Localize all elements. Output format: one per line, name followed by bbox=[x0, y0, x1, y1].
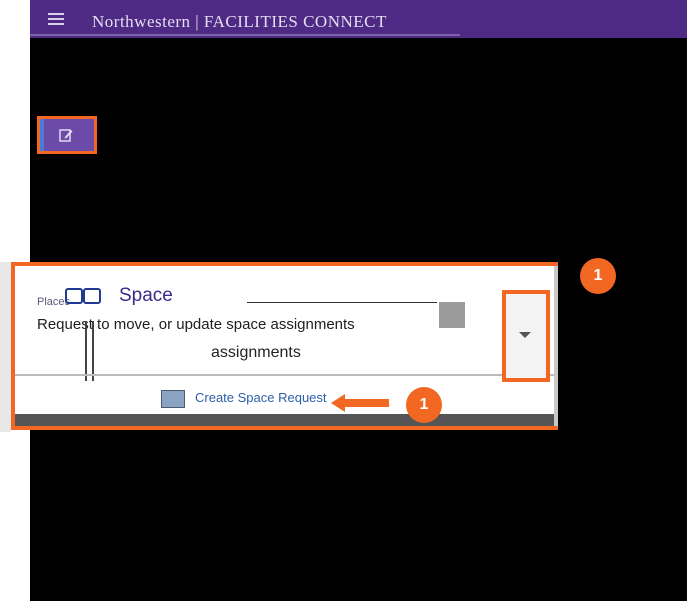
card-divider bbox=[15, 374, 554, 376]
space-icon bbox=[65, 288, 101, 304]
card-scrollbar[interactable] bbox=[554, 266, 558, 426]
field-underline bbox=[247, 302, 437, 303]
create-space-request-link[interactable]: Create Space Request bbox=[195, 390, 327, 405]
arrow-left-icon bbox=[331, 394, 389, 412]
edit-pencil-icon bbox=[59, 129, 73, 142]
brand-title[interactable]: Northwestern | FACILITIES CONNECT bbox=[92, 12, 387, 32]
hamburger-menu-icon[interactable] bbox=[48, 13, 64, 25]
card-footer-bar bbox=[15, 414, 554, 426]
top-nav-bar: Northwestern | FACILITIES CONNECT bbox=[30, 0, 687, 38]
edit-button[interactable] bbox=[37, 116, 97, 154]
chevron-down-icon bbox=[519, 332, 531, 338]
brand-underline bbox=[30, 34, 460, 36]
assignments-text: assignments bbox=[211, 344, 301, 361]
edit-button-accent bbox=[40, 119, 44, 151]
space-title[interactable]: Space bbox=[119, 285, 173, 307]
step-badge-top: 1 bbox=[580, 258, 616, 294]
left-strip bbox=[0, 262, 11, 432]
step-badge-inline: 1 bbox=[406, 387, 442, 423]
request-form-icon bbox=[161, 390, 185, 408]
space-callout-card: Places Space Request to move, or update … bbox=[11, 262, 558, 430]
space-description: Request to move, or update space assignm… bbox=[37, 316, 355, 333]
expand-dropdown-button[interactable] bbox=[502, 290, 550, 382]
divider-lines bbox=[85, 321, 94, 381]
